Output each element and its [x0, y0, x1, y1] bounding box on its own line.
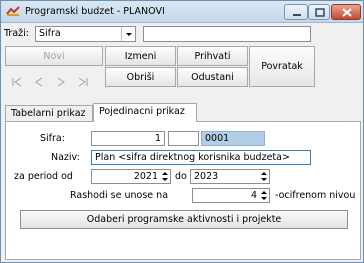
- rashodi-value: 4: [250, 190, 257, 201]
- tab-pojedinacni-prikaz[interactable]: Pojedinacni prikaz: [93, 103, 197, 122]
- odaberi-aktivnosti-label: Odaberi programske aktivnosti i projekte: [86, 214, 282, 225]
- close-icon: [342, 8, 352, 17]
- next-record-icon[interactable]: [55, 76, 67, 88]
- izmeni-button[interactable]: Izmeni: [105, 46, 176, 66]
- previous-record-icon[interactable]: [33, 76, 45, 88]
- period-to-value: 2023: [194, 171, 219, 182]
- period-from-value: 2021: [133, 171, 158, 182]
- search-field-select[interactable]: Sifra: [35, 26, 136, 42]
- period-label: za period od: [14, 171, 73, 182]
- spin-up-down-icon[interactable]: [161, 171, 169, 182]
- search-input[interactable]: [143, 26, 311, 42]
- sifra-code-field: 0001: [201, 131, 265, 146]
- sifra-code-value: 0001: [205, 133, 230, 144]
- period-do-label: do: [175, 171, 187, 182]
- maximize-button[interactable]: [308, 4, 330, 20]
- sifra-label: Sifra:: [40, 133, 65, 144]
- naziv-label: Naziv:: [51, 152, 80, 163]
- odustani-label: Odustani: [191, 72, 234, 83]
- izmeni-label: Izmeni: [124, 51, 157, 62]
- prihvati-label: Prihvati: [194, 51, 231, 62]
- rashodi-label: Rashodi se unose na: [70, 190, 169, 201]
- minimize-icon: [293, 14, 301, 16]
- povratak-button[interactable]: Povratak: [249, 46, 315, 87]
- search-bar: Traži: Sifra: [1, 23, 363, 45]
- window-title: Programski budzet - PLANOVI: [25, 6, 165, 17]
- povratak-label: Povratak: [261, 61, 303, 72]
- obrisi-button[interactable]: Obriši: [105, 67, 176, 87]
- naziv-value: Plan <sifra direktnog korisnika budzeta>: [95, 152, 290, 163]
- search-label: Traži:: [4, 28, 29, 39]
- maximize-icon: [315, 8, 325, 17]
- detail-panel: Sifra: 1 0001 Naziv: Plan <sifra direktn…: [5, 121, 361, 260]
- tab-tabelarni-prikaz[interactable]: Tabelarni prikaz: [5, 105, 93, 121]
- search-field-value: Sifra: [39, 28, 61, 39]
- period-from-input[interactable]: 2021: [91, 169, 171, 184]
- tab-tabelarni-label: Tabelarni prikaz: [11, 108, 86, 119]
- dropdown-arrow-icon[interactable]: [121, 27, 135, 41]
- odustani-button[interactable]: Odustani: [177, 67, 248, 87]
- application-window: Programski budzet - PLANOVI Traži: Sifra…: [0, 0, 364, 263]
- spin-up-down-icon[interactable]: [260, 171, 268, 182]
- period-to-input[interactable]: 2023: [190, 169, 270, 184]
- naziv-input[interactable]: Plan <sifra direktnog korisnika budzeta>: [91, 150, 311, 165]
- novi-label: Novi: [43, 51, 65, 62]
- record-toolbar: Novi Izmeni Obriši Prihvati Odustani Pov…: [5, 46, 315, 99]
- first-record-icon[interactable]: [11, 76, 23, 88]
- tab-pojedinacni-label: Pojedinacni prikaz: [99, 106, 185, 117]
- sifra-value: 1: [154, 133, 161, 144]
- window-app-icon: [6, 6, 20, 16]
- spin-up-down-icon[interactable]: [260, 190, 268, 201]
- minimize-button[interactable]: [284, 4, 308, 20]
- close-button[interactable]: [331, 4, 361, 20]
- obrisi-label: Obriši: [126, 72, 155, 83]
- novi-button[interactable]: Novi: [5, 46, 103, 66]
- sifra-extra-input[interactable]: [168, 131, 199, 146]
- title-bar[interactable]: Programski budzet - PLANOVI: [1, 1, 363, 23]
- rashodi-input[interactable]: 4: [192, 188, 270, 203]
- rashodi-suffix: -ocifrenom nivou: [275, 190, 356, 201]
- record-navigation: [5, 72, 103, 92]
- sifra-input[interactable]: 1: [91, 131, 165, 146]
- last-record-icon[interactable]: [77, 76, 89, 88]
- prihvati-button[interactable]: Prihvati: [177, 46, 248, 66]
- odaberi-aktivnosti-button[interactable]: Odaberi programske aktivnosti i projekte: [20, 210, 348, 229]
